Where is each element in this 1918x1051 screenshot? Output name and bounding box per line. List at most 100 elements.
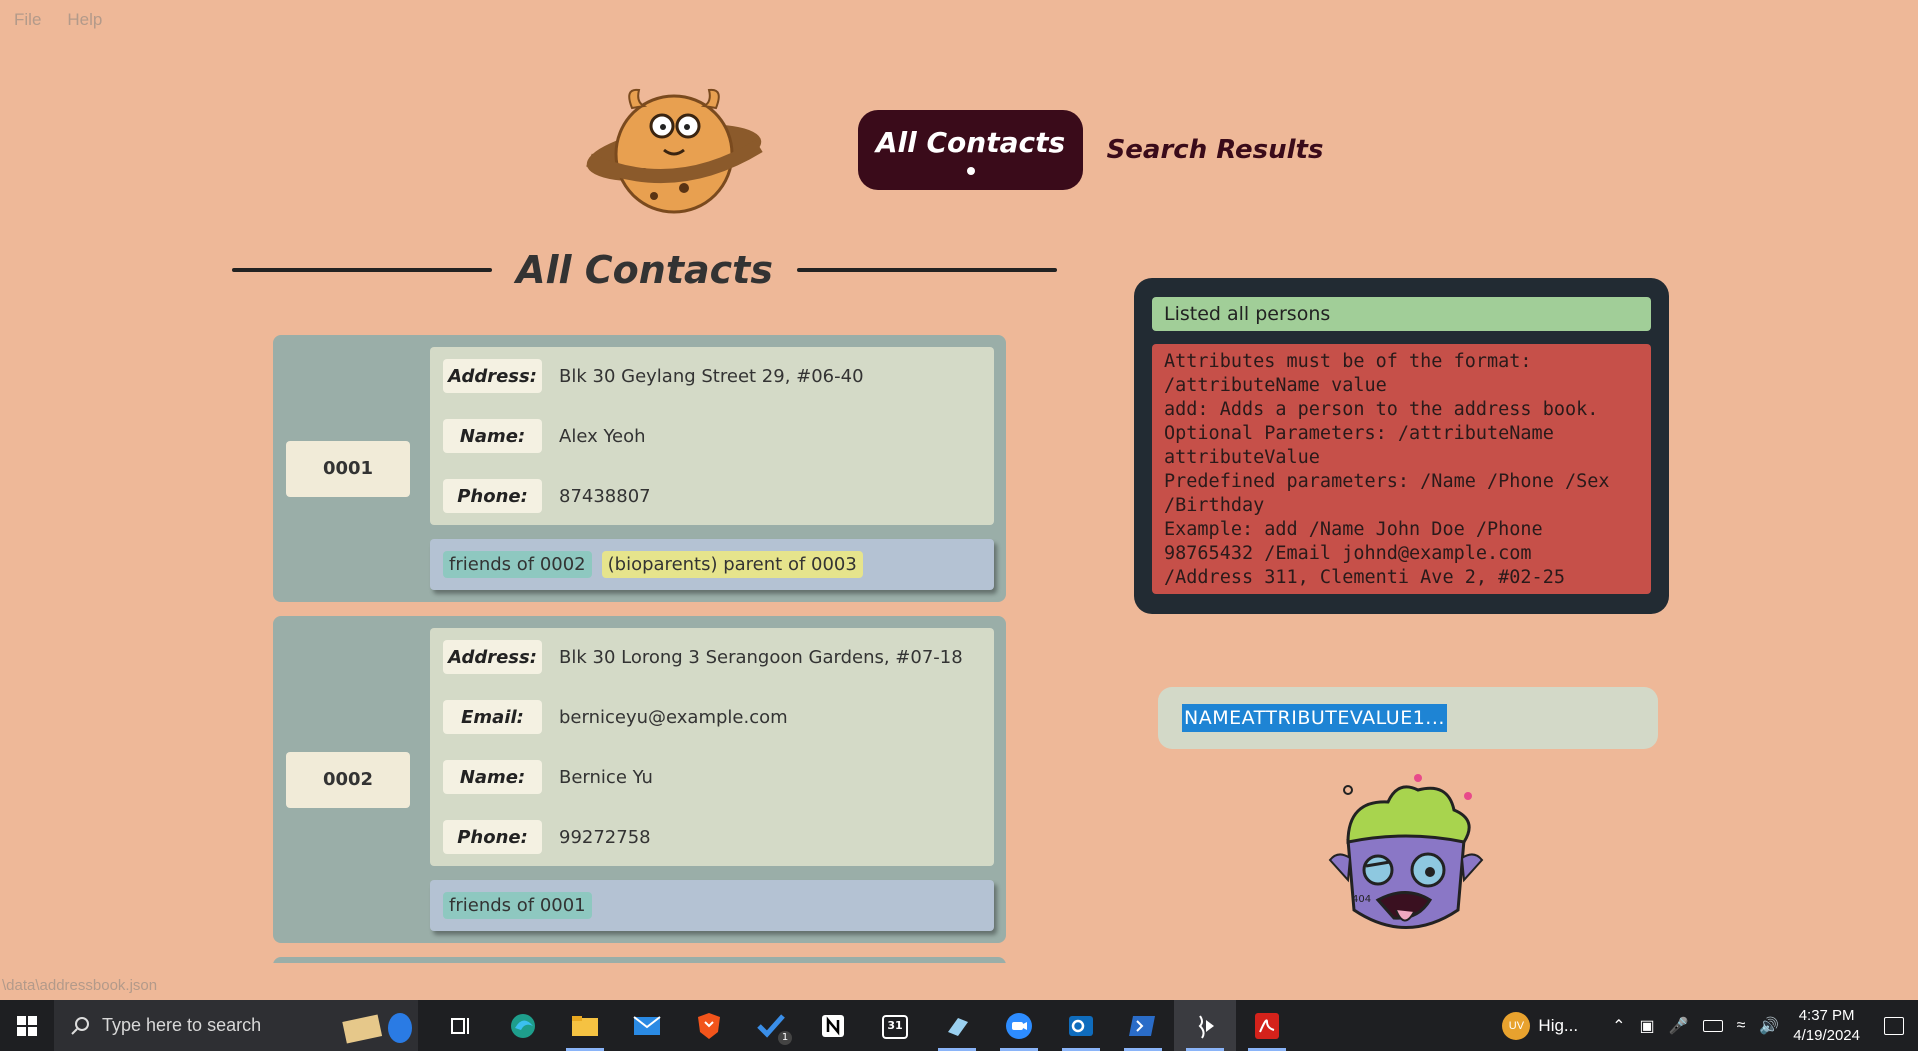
field-value: Blk 30 Geylang Street 29, #06-40 (559, 365, 864, 387)
chevron-up-icon[interactable]: ⌃ (1612, 1016, 1625, 1036)
error-line: attributeValue (1164, 447, 1320, 468)
wifi-icon[interactable]: ≈ (1737, 1017, 1746, 1035)
brave-icon (698, 1012, 720, 1039)
error-line: 98765432 /Email johnd@example.com (1164, 543, 1532, 564)
field-row: Name: Bernice Yu (443, 757, 981, 797)
error-line: Optional Parameters: /attributeName (1164, 423, 1554, 444)
zoom-icon (1006, 1012, 1032, 1039)
field-row: Address: Blk 30 Geylang Street 29, #06-4… (443, 356, 981, 396)
error-line: Attributes must be of the format: (1164, 351, 1532, 372)
taskbar-brave[interactable] (678, 1000, 740, 1051)
taskbar-edge[interactable] (492, 1000, 554, 1051)
taskbar: Type here to search 1 31 UV Hig... ⌃ ▣ 🎤… (0, 1000, 1918, 1051)
windows-start-button[interactable] (0, 1000, 54, 1051)
cookie-planet-logo (586, 88, 763, 214)
contact-fields: Address: Blk 30 Geylang Street 29, #06-4… (430, 347, 994, 525)
relationship-tags: friends of 0001 (430, 880, 994, 931)
error-line: Example: add /Name John Doe /Phone (1164, 519, 1543, 540)
clock[interactable]: 4:37 PM 4/19/2024 (1793, 1006, 1860, 1046)
svg-text:404: 404 (1352, 894, 1371, 905)
field-label: Address: (443, 640, 542, 674)
menu-help[interactable]: Help (67, 10, 102, 40)
field-value: berniceyu@example.com (559, 706, 788, 728)
command-box[interactable]: NAMEATTRIBUTEVALUE1... (1158, 687, 1658, 749)
field-row: Address: Blk 30 Lorong 3 Serangoon Garde… (443, 637, 981, 677)
taskbar-mail[interactable] (616, 1000, 678, 1051)
storage-path: \data\addressbook.json (2, 977, 158, 994)
section-title: All Contacts (516, 248, 773, 292)
field-value: Blk 30 Lorong 3 Serangoon Gardens, #07-1… (559, 646, 963, 668)
notion-icon (822, 1014, 844, 1037)
relationship-tag: friends of 0001 (443, 892, 592, 919)
field-label: Phone: (443, 820, 542, 854)
volume-icon[interactable]: 🔊 (1759, 1016, 1779, 1036)
taskbar-zoom[interactable] (988, 1000, 1050, 1051)
search-icon (71, 1016, 89, 1035)
meet-now-icon[interactable]: ▣ (1640, 1016, 1655, 1036)
todo-badge: 1 (778, 1031, 792, 1045)
taskbar-powershell[interactable] (1112, 1000, 1174, 1051)
error-message: Attributes must be of the format: /attri… (1152, 344, 1651, 594)
tab-search-results[interactable]: Search Results (1105, 110, 1325, 190)
clock-time: 4:37 PM (1798, 1006, 1855, 1024)
error-line: /attributeName value (1164, 375, 1387, 396)
taskbar-file-explorer[interactable] (554, 1000, 616, 1051)
taskbar-java-app[interactable] (1174, 1000, 1236, 1051)
contact-card[interactable] (273, 957, 1006, 963)
taskbar-todo[interactable]: 1 (740, 1000, 802, 1051)
field-row: Email: berniceyu@example.com (443, 697, 981, 737)
title-divider-left (232, 268, 493, 272)
search-placeholder: Type here to search (102, 1015, 262, 1035)
tab-search-results-label: Search Results (1106, 135, 1324, 165)
command-input[interactable]: NAMEATTRIBUTEVALUE1... (1182, 704, 1447, 732)
taskbar-app-blue[interactable] (926, 1000, 988, 1051)
contact-card[interactable]: 0001 Address: Blk 30 Geylang Street 29, … (273, 335, 1006, 602)
search-highlight-icon (342, 1013, 412, 1044)
result-status: Listed all persons (1152, 297, 1651, 331)
contact-list[interactable]: 0001 Address: Blk 30 Geylang Street 29, … (273, 335, 1006, 963)
taskbar-notion[interactable] (802, 1000, 864, 1051)
relationship-tag: (bioparents) parent of 0003 (601, 551, 863, 578)
taskbar-acrobat[interactable] (1236, 1000, 1298, 1051)
field-value: Bernice Yu (559, 766, 653, 788)
result-panel: Listed all persons Attributes must be of… (1134, 278, 1669, 614)
acrobat-icon (1255, 1012, 1279, 1039)
clock-date: 4/19/2024 (1793, 1026, 1860, 1044)
mail-icon (633, 1015, 661, 1035)
relationship-tags: friends of 0002 (bioparents) parent of 0… (430, 539, 994, 590)
menu-file[interactable]: File (14, 10, 41, 40)
field-label: Email: (443, 700, 542, 734)
title-divider-right (796, 268, 1058, 272)
task-view-icon (451, 1017, 469, 1034)
task-view-button[interactable] (430, 1000, 492, 1051)
taskbar-search[interactable]: Type here to search (54, 1000, 418, 1051)
taskbar-calendar[interactable]: 31 (864, 1000, 926, 1051)
java-app-icon (1198, 1014, 1214, 1039)
contact-fields: Address: Blk 30 Lorong 3 Serangoon Garde… (430, 628, 994, 866)
tab-all-contacts[interactable]: All Contacts (858, 110, 1083, 190)
uv-icon: UV (1502, 1011, 1531, 1040)
monster-mascot: 404 (1328, 774, 1484, 929)
weather-text: Hig... (1538, 1015, 1579, 1035)
field-label: Name: (443, 760, 542, 794)
contact-id: 0002 (286, 751, 410, 808)
notification-icon[interactable] (1884, 1016, 1904, 1035)
contact-card[interactable]: 0002 Address: Blk 30 Lorong 3 Serangoon … (273, 616, 1006, 943)
edge-icon (511, 1013, 535, 1038)
error-line: /Birthday (1164, 495, 1265, 516)
tab-all-contacts-label: All Contacts (875, 125, 1066, 159)
field-row: Phone: 99272758 (443, 817, 981, 857)
weather-widget[interactable]: UV Hig... (1502, 1011, 1579, 1040)
powershell-icon (1129, 1015, 1155, 1036)
microphone-icon[interactable]: 🎤 (1669, 1016, 1689, 1036)
relationship-tag: friends of 0002 (443, 551, 592, 578)
error-line: add: Adds a person to the address book. (1164, 399, 1599, 420)
windows-icon (17, 1015, 37, 1036)
battery-icon[interactable] (1702, 1019, 1723, 1032)
field-value: Alex Yeoh (559, 425, 646, 447)
taskbar-outlook[interactable] (1050, 1000, 1112, 1051)
error-line: /Address 311, Clementi Ave 2, #02-25 (1164, 567, 1565, 588)
folder-icon (572, 1015, 598, 1036)
field-row: Name: Alex Yeoh (443, 416, 981, 456)
outlook-icon (1069, 1015, 1093, 1036)
